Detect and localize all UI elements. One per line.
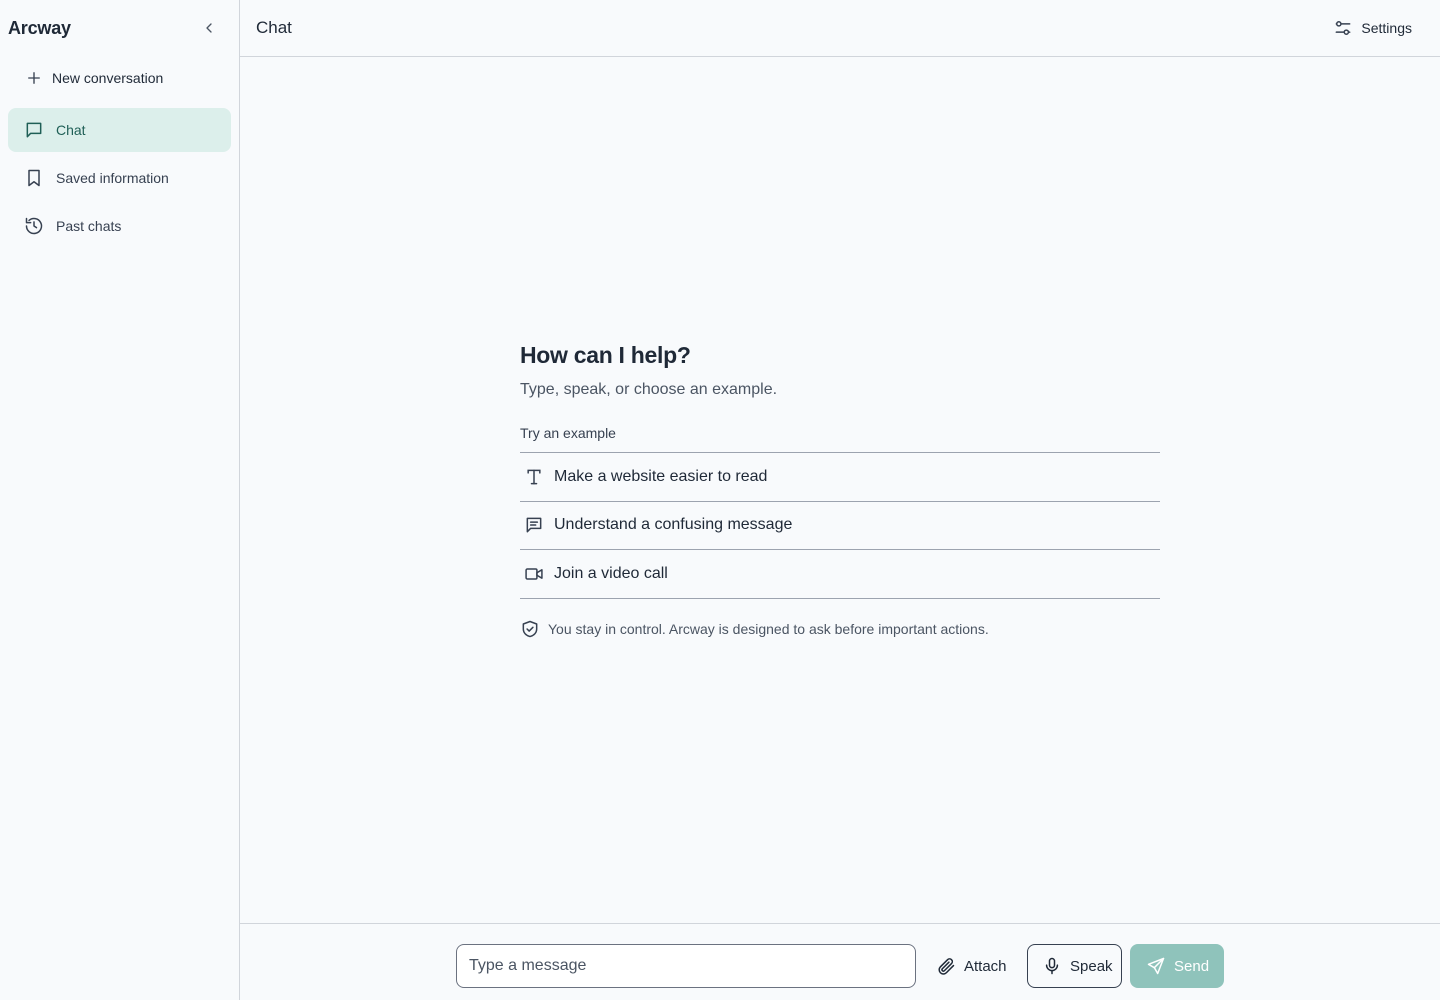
collapse-sidebar-button[interactable] <box>199 18 219 38</box>
welcome-panel: How can I help? Type, speak, or choose a… <box>520 338 1160 639</box>
send-label: Send <box>1174 957 1210 975</box>
text-type-icon <box>524 467 544 487</box>
example-confusing-message[interactable]: Understand a confusing message <box>520 502 1160 550</box>
brand-logo: Arcway <box>8 17 71 38</box>
welcome-subtitle: Type, speak, or choose an example. <box>520 381 778 398</box>
plus-icon <box>24 68 44 88</box>
control-note-text: You stay in control. Arcway is designed … <box>548 620 989 637</box>
bookmark-icon <box>24 168 44 188</box>
history-icon <box>24 216 44 236</box>
message-text-icon <box>524 515 544 535</box>
speak-button[interactable]: Speak <box>1027 944 1122 988</box>
message-input[interactable] <box>456 944 916 988</box>
example-label: Make a website easier to read <box>554 467 768 485</box>
send-icon <box>1146 956 1166 976</box>
video-icon <box>524 564 544 584</box>
sidebar-item-past-chats[interactable]: Past chats <box>8 204 231 248</box>
attach-button[interactable]: Attach <box>934 944 1007 988</box>
sidebar-item-label: Past chats <box>56 218 122 234</box>
top-header: Chat Settings <box>240 0 1440 57</box>
example-website-readable[interactable]: Make a website easier to read <box>520 453 1160 502</box>
examples-heading: Try an example <box>520 424 1160 453</box>
example-video-call[interactable]: Join a video call <box>520 550 1160 599</box>
sidebar: Arcway New conversation Chat Saved infor… <box>0 0 240 1000</box>
sidebar-header: Arcway <box>0 0 239 56</box>
sidebar-item-saved-information[interactable]: Saved information <box>8 156 231 200</box>
message-square-icon <box>24 120 44 140</box>
speak-label: Speak <box>1070 957 1113 975</box>
example-label: Understand a confusing message <box>554 516 793 534</box>
paperclip-icon <box>936 956 956 976</box>
new-conversation-button[interactable]: New conversation <box>8 56 231 100</box>
page-title: Chat <box>256 18 292 37</box>
attach-label: Attach <box>964 957 1007 975</box>
control-note: You stay in control. Arcway is designed … <box>520 619 1160 639</box>
settings-button[interactable]: Settings <box>1333 18 1412 38</box>
microphone-icon <box>1042 956 1062 976</box>
sliders-icon <box>1333 18 1353 38</box>
welcome-title: How can I help? <box>520 342 691 368</box>
sidebar-item-label: Saved information <box>56 170 169 186</box>
new-conversation-label: New conversation <box>52 70 164 86</box>
example-label: Join a video call <box>554 564 668 582</box>
settings-label: Settings <box>1361 20 1412 36</box>
composer-bar: Attach Speak Send <box>240 923 1440 1000</box>
chevron-left-icon <box>206 23 212 33</box>
shield-check-icon <box>520 619 540 639</box>
send-button[interactable]: Send <box>1130 944 1224 988</box>
sidebar-item-chat[interactable]: Chat <box>8 108 231 152</box>
sidebar-item-label: Chat <box>56 122 86 138</box>
